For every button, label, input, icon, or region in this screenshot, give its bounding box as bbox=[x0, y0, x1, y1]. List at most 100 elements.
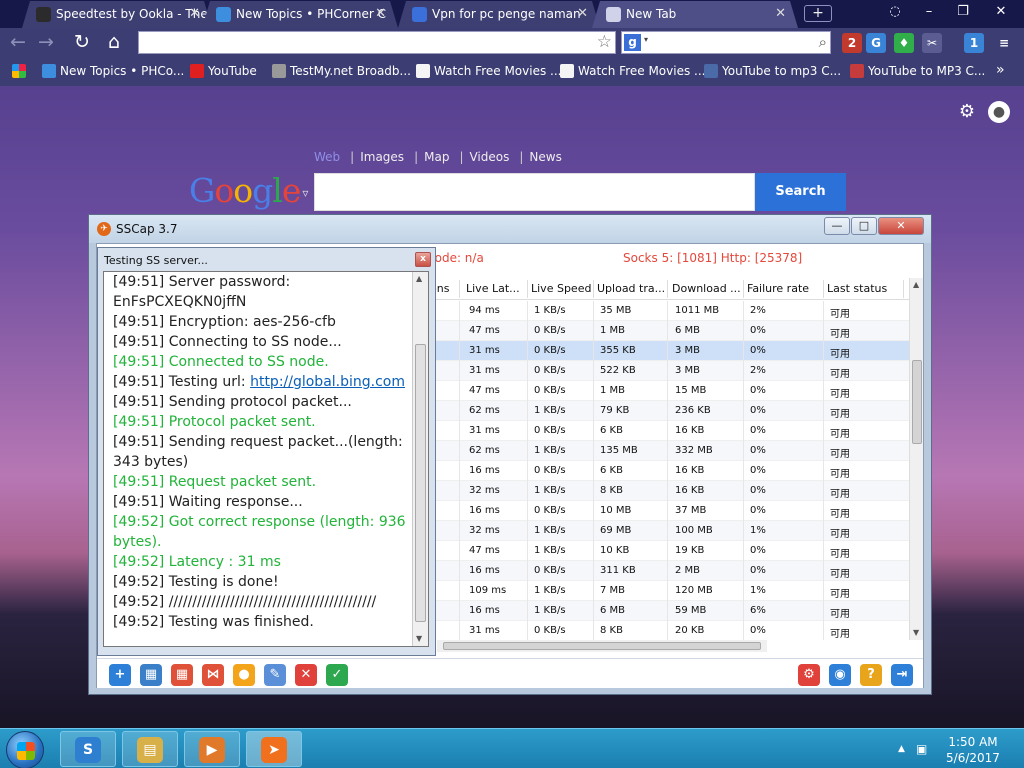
test-url-link[interactable]: http://global.bing.com bbox=[250, 374, 405, 390]
add-server-button[interactable]: + bbox=[109, 664, 131, 686]
scrollbar-thumb[interactable] bbox=[415, 344, 426, 622]
grid-view-button[interactable]: ▦ bbox=[171, 664, 193, 686]
user-icon[interactable]: ◌ bbox=[884, 4, 906, 22]
column-divider[interactable] bbox=[743, 280, 744, 298]
log-text: [49:51] Sending request packet...(length… bbox=[113, 434, 403, 450]
back-button[interactable]: ← bbox=[6, 31, 30, 55]
bookmark-item[interactable]: Watch Free Movies ... bbox=[416, 64, 561, 78]
minimize-button[interactable]: — bbox=[824, 217, 850, 235]
close-button[interactable]: ✕ bbox=[878, 217, 924, 235]
tab-phcorner[interactable]: New Topics • PHCorner C ✕ bbox=[202, 1, 398, 28]
account-icon[interactable]: ● bbox=[988, 101, 1010, 123]
scroll-up-icon[interactable]: ▲ bbox=[913, 280, 919, 289]
reload-button[interactable]: ↻ bbox=[70, 31, 94, 55]
browser-button[interactable]: ◉ bbox=[829, 664, 851, 686]
tab-speedtest[interactable]: Speedtest by Ookla - The ✕ bbox=[22, 1, 212, 28]
tab-vpn[interactable]: Vpn for pc penge naman ✕ bbox=[398, 1, 600, 28]
delete-button[interactable]: ✕ bbox=[295, 664, 317, 686]
sscap-titlebar[interactable]: ✈ SSCap 3.7 — □ ✕ bbox=[89, 215, 931, 243]
column-divider[interactable] bbox=[903, 280, 904, 298]
bookmarks-overflow-button[interactable]: » bbox=[996, 62, 1005, 78]
home-button[interactable]: ⌂ bbox=[102, 31, 126, 55]
minimize-button[interactable]: – bbox=[918, 4, 940, 22]
taskbar-app-media[interactable]: ▶ bbox=[184, 731, 240, 767]
column-divider[interactable] bbox=[527, 280, 528, 298]
forward-button[interactable]: → bbox=[34, 31, 58, 55]
network-icon[interactable]: ▣ bbox=[916, 742, 927, 756]
google-search-input[interactable] bbox=[314, 173, 755, 211]
share-button[interactable]: ⋈ bbox=[202, 664, 224, 686]
bookmark-item[interactable]: TestMy.net Broadb... bbox=[272, 64, 411, 78]
bookmark-item[interactable]: YouTube to mp3 C... bbox=[704, 64, 841, 78]
ntp-link-images[interactable]: Images bbox=[360, 150, 404, 164]
ntp-link-news[interactable]: News bbox=[529, 150, 561, 164]
scrollbar-thumb[interactable] bbox=[912, 360, 922, 444]
column-header[interactable]: Download ... bbox=[672, 282, 741, 295]
table-cell: 0% bbox=[750, 345, 766, 356]
scroll-down-icon[interactable]: ▼ bbox=[913, 628, 919, 637]
tray-expand-icon[interactable]: ▲ bbox=[898, 744, 905, 754]
new-tab-button[interactable]: + bbox=[804, 5, 832, 22]
shield-ext-icon[interactable]: ♦ bbox=[894, 33, 914, 53]
close-icon[interactable]: ✕ bbox=[775, 6, 786, 21]
bookmark-item[interactable]: YouTube to MP3 C... bbox=[850, 64, 985, 78]
log-scrollbar[interactable]: ▲ ▼ bbox=[412, 272, 428, 646]
google-search-icon[interactable]: g bbox=[624, 34, 641, 51]
exit-button[interactable]: ⇥ bbox=[891, 664, 913, 686]
scroll-down-icon[interactable]: ▼ bbox=[416, 634, 422, 643]
gear-icon[interactable]: ⚙ bbox=[956, 101, 978, 123]
ntp-link-map[interactable]: Map bbox=[424, 150, 449, 164]
chevron-down-icon[interactable]: ▾ bbox=[644, 35, 648, 44]
table-horizontal-scrollbar[interactable] bbox=[437, 640, 767, 652]
scroll-up-icon[interactable]: ▲ bbox=[416, 274, 422, 283]
column-divider[interactable] bbox=[823, 280, 824, 298]
column-header[interactable]: Failure rate bbox=[747, 282, 809, 295]
dialog-close-button[interactable]: x bbox=[415, 252, 431, 267]
apps-icon[interactable] bbox=[12, 64, 26, 81]
ntp-link-web[interactable]: Web bbox=[314, 150, 340, 164]
restore-button[interactable]: ❐ bbox=[952, 4, 974, 22]
edit-button[interactable]: ✎ bbox=[264, 664, 286, 686]
column-header[interactable]: Last status bbox=[827, 282, 887, 295]
close-window-button[interactable]: ✕ bbox=[990, 4, 1012, 22]
tab-new-tab[interactable]: New Tab ✕ bbox=[592, 1, 798, 28]
cell-divider bbox=[593, 621, 594, 640]
column-divider[interactable] bbox=[667, 280, 668, 298]
search-engine-box[interactable]: g ▾ ⌕ bbox=[621, 31, 831, 54]
star-icon[interactable]: ☆ bbox=[597, 32, 612, 52]
close-icon[interactable]: ✕ bbox=[577, 6, 588, 21]
start-button[interactable] bbox=[6, 731, 44, 768]
help-button[interactable]: ? bbox=[860, 664, 882, 686]
bookmark-item[interactable]: Watch Free Movies ... bbox=[560, 64, 705, 78]
scissors-ext-icon[interactable]: ✂ bbox=[922, 33, 942, 53]
sscap-ext-icon[interactable]: 2 bbox=[842, 33, 862, 53]
column-divider[interactable] bbox=[459, 280, 460, 298]
taskbar-app-paper-plane[interactable]: ➤ bbox=[246, 731, 302, 767]
download-ext-icon[interactable]: 1 bbox=[964, 33, 984, 53]
chevron-down-icon[interactable]: ▿ bbox=[302, 186, 308, 200]
column-divider[interactable] bbox=[593, 280, 594, 298]
scrollbar-thumb[interactable] bbox=[443, 642, 761, 650]
test-button[interactable]: ✓ bbox=[326, 664, 348, 686]
server-list-button[interactable]: ▦ bbox=[140, 664, 162, 686]
column-header[interactable]: Live Lat... bbox=[466, 282, 520, 295]
table-vertical-scrollbar[interactable]: ▲ ▼ bbox=[909, 278, 923, 640]
bookmark-item[interactable]: New Topics • PHCo... bbox=[42, 64, 184, 78]
ntp-link-videos[interactable]: Videos bbox=[469, 150, 509, 164]
google-search-button[interactable]: Search bbox=[755, 173, 846, 211]
column-header[interactable]: Upload tra... bbox=[597, 282, 665, 295]
search-icon[interactable]: ⌕ bbox=[819, 33, 827, 51]
close-icon[interactable]: ✕ bbox=[189, 6, 200, 21]
column-header[interactable]: Live Speed bbox=[531, 282, 591, 295]
close-icon[interactable]: ✕ bbox=[375, 6, 386, 21]
settings-button[interactable]: ⚙ bbox=[798, 664, 820, 686]
address-bar[interactable]: ☆ bbox=[138, 31, 616, 54]
menu-ext-icon[interactable]: ≡ bbox=[994, 33, 1014, 53]
clock[interactable]: 1:50 AM 5/6/2017 bbox=[938, 734, 1008, 766]
taskbar-app-sscap[interactable]: S bbox=[60, 731, 116, 767]
bookmark-item[interactable]: YouTube bbox=[190, 64, 257, 78]
translate-ext-icon[interactable]: G bbox=[866, 33, 886, 53]
taskbar-app-explorer[interactable]: ▤ bbox=[122, 731, 178, 767]
bulb-button[interactable]: ● bbox=[233, 664, 255, 686]
maximize-button[interactable]: □ bbox=[851, 217, 877, 235]
